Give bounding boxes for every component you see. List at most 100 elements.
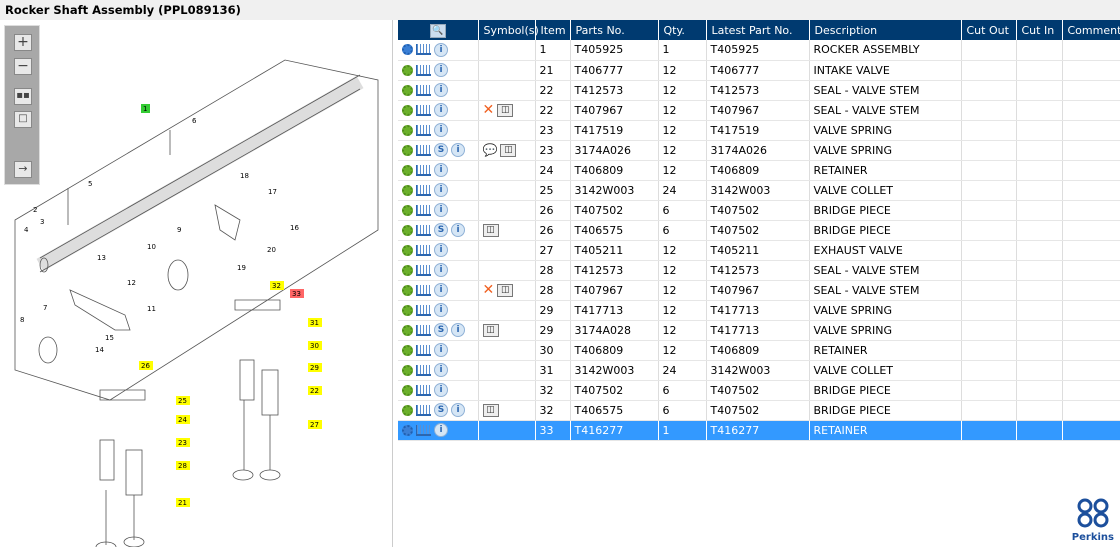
- cart-icon[interactable]: [416, 384, 431, 396]
- part-icon[interactable]: [402, 144, 413, 156]
- part-icon[interactable]: [402, 204, 413, 216]
- part-icon[interactable]: [402, 224, 413, 236]
- zoom-out-button[interactable]: −: [14, 58, 32, 75]
- cart-icon[interactable]: [416, 404, 431, 416]
- info-icon[interactable]: i: [434, 63, 448, 77]
- info-icon[interactable]: i: [434, 363, 448, 377]
- part-icon[interactable]: [402, 324, 413, 336]
- table-row[interactable]: i 27 T405211 12 T405211 EXHAUST VALVE: [398, 240, 1120, 261]
- callout-label[interactable]: 32: [272, 282, 281, 290]
- cart-icon[interactable]: [416, 204, 431, 216]
- search-icon[interactable]: 🔍: [429, 23, 446, 38]
- callout-label[interactable]: 7: [43, 304, 47, 312]
- cart-icon[interactable]: [416, 224, 431, 236]
- callout-label[interactable]: 1: [143, 105, 147, 113]
- info-icon[interactable]: i: [434, 243, 448, 257]
- table-row[interactable]: i 1 T405925 1 T405925 ROCKER ASSEMBLY: [398, 40, 1120, 61]
- callout-label[interactable]: 14: [95, 346, 104, 354]
- callout-label[interactable]: 21: [178, 499, 187, 507]
- part-icon[interactable]: [402, 264, 413, 276]
- column-header-description[interactable]: Description: [809, 20, 962, 40]
- info-icon[interactable]: i: [434, 163, 448, 177]
- cart-icon[interactable]: [416, 304, 431, 316]
- table-row[interactable]: i 23 T417519 12 T417519 VALVE SPRING: [398, 120, 1120, 141]
- part-icon[interactable]: [402, 304, 413, 316]
- table-row[interactable]: Si 💬 ◫ 23 3174A026 12 3174A026 VALVE SPRING: [398, 140, 1120, 161]
- comment-bubble-icon[interactable]: 💬: [483, 143, 498, 157]
- table-row[interactable]: i 24 T406809 12 T406809 RETAINER: [398, 160, 1120, 181]
- supersession-icon[interactable]: S: [434, 403, 448, 417]
- cart-icon[interactable]: [416, 84, 431, 96]
- info-icon[interactable]: i: [451, 223, 465, 237]
- table-row[interactable]: Si ◫ 26 T406575 6 T407502 BRIDGE PIECE: [398, 220, 1120, 241]
- callout-label[interactable]: 10: [147, 243, 156, 251]
- callout-label[interactable]: 16: [290, 224, 299, 232]
- export-list-button[interactable]: →: [14, 161, 32, 178]
- info-icon[interactable]: i: [434, 343, 448, 357]
- table-row[interactable]: i 33 T416277 1 T416277 RETAINER: [398, 420, 1120, 441]
- column-header-item[interactable]: Item: [535, 20, 571, 40]
- cart-icon[interactable]: [416, 124, 431, 136]
- callout-label[interactable]: 6: [192, 117, 197, 125]
- info-icon[interactable]: i: [434, 83, 448, 97]
- zoom-window-button[interactable]: □: [14, 111, 32, 128]
- callout-label[interactable]: 31: [310, 319, 319, 327]
- part-icon[interactable]: [402, 284, 413, 296]
- callout-label[interactable]: 20: [267, 246, 276, 254]
- column-header-cut-in[interactable]: Cut In: [1016, 20, 1063, 40]
- book-icon[interactable]: ◫: [482, 403, 499, 417]
- callout-label[interactable]: 2: [33, 206, 37, 214]
- info-icon[interactable]: i: [434, 383, 448, 397]
- book-icon[interactable]: ◫: [500, 143, 517, 157]
- table-row[interactable]: i 32 T407502 6 T407502 BRIDGE PIECE: [398, 380, 1120, 401]
- table-row[interactable]: i 29 T417713 12 T417713 VALVE SPRING: [398, 300, 1120, 321]
- part-icon[interactable]: [402, 184, 413, 196]
- callout-label[interactable]: 28: [178, 462, 187, 470]
- cart-icon[interactable]: [416, 144, 431, 156]
- table-row[interactable]: i ✕ ◫ 28 T407967 12 T407967 SEAL - VALVE STEM: [398, 280, 1120, 301]
- cart-icon[interactable]: [416, 164, 431, 176]
- supersession-icon[interactable]: S: [434, 323, 448, 337]
- callout-label[interactable]: 18: [240, 172, 249, 180]
- info-icon[interactable]: i: [434, 123, 448, 137]
- part-icon[interactable]: [402, 104, 413, 116]
- part-icon[interactable]: [402, 384, 413, 396]
- callout-label[interactable]: 24: [178, 416, 187, 424]
- callout-label[interactable]: 9: [177, 226, 181, 234]
- part-icon[interactable]: [402, 244, 413, 256]
- table-row[interactable]: i 21 T406777 12 T406777 INTAKE VALVE: [398, 60, 1120, 81]
- part-icon[interactable]: [402, 64, 413, 76]
- part-icon[interactable]: [402, 344, 413, 356]
- cart-icon[interactable]: [416, 264, 431, 276]
- book-icon[interactable]: ◫: [482, 323, 499, 337]
- info-icon[interactable]: i: [434, 423, 448, 437]
- cart-icon[interactable]: [416, 364, 431, 376]
- info-icon[interactable]: i: [434, 263, 448, 277]
- supersession-icon[interactable]: S: [434, 223, 448, 237]
- cart-icon[interactable]: [416, 244, 431, 256]
- info-icon[interactable]: i: [434, 103, 448, 117]
- book-icon[interactable]: ◫: [497, 103, 514, 117]
- table-row[interactable]: i 28 T412573 12 T412573 SEAL - VALVE STEM: [398, 260, 1120, 281]
- callout-label[interactable]: 25: [178, 397, 187, 405]
- info-icon[interactable]: i: [434, 283, 448, 297]
- book-icon[interactable]: ◫: [482, 223, 499, 237]
- column-header-cut-out[interactable]: Cut Out: [961, 20, 1017, 40]
- cart-icon[interactable]: [416, 184, 431, 196]
- info-icon[interactable]: i: [451, 143, 465, 157]
- part-icon[interactable]: [402, 364, 413, 376]
- cart-icon[interactable]: [416, 44, 431, 56]
- zoom-in-button[interactable]: +: [14, 34, 32, 51]
- callout-label[interactable]: 29: [310, 364, 319, 372]
- supersession-icon[interactable]: S: [434, 143, 448, 157]
- callout-label[interactable]: 8: [20, 316, 24, 324]
- column-header-qty[interactable]: Qty.: [658, 20, 707, 40]
- table-row[interactable]: Si ◫ 29 3174A028 12 T417713 VALVE SPRING: [398, 320, 1120, 341]
- table-row[interactable]: Si ◫ 32 T406575 6 T407502 BRIDGE PIECE: [398, 400, 1120, 421]
- callout-label[interactable]: 12: [127, 279, 136, 287]
- cart-icon[interactable]: [416, 344, 431, 356]
- callout-label[interactable]: 26: [141, 362, 150, 370]
- cart-icon[interactable]: [416, 104, 431, 116]
- exploded-diagram[interactable]: 1652341817169101312118715141920323331302…: [0, 20, 393, 547]
- part-icon[interactable]: [402, 84, 413, 96]
